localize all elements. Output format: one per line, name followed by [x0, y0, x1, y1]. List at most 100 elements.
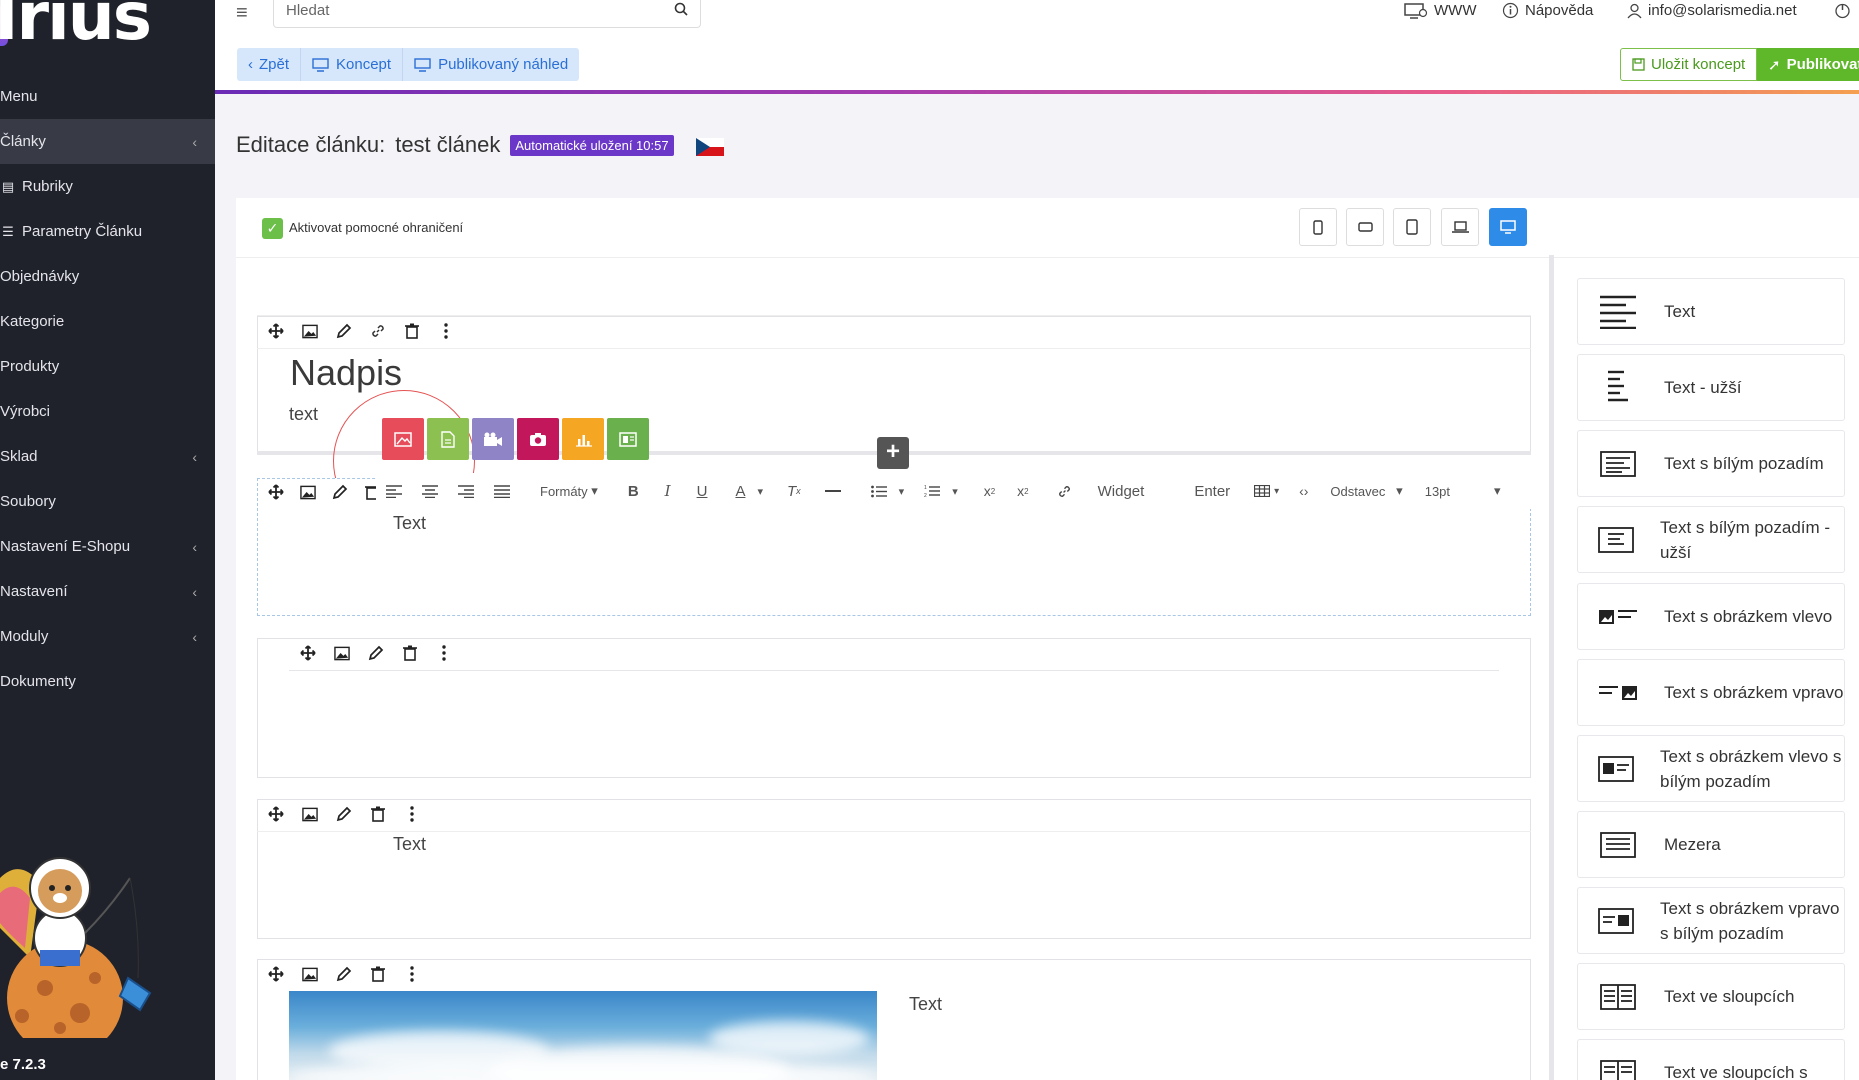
sidebar-item-produkty[interactable]: Produkty [0, 344, 215, 389]
insert-widget-button[interactable] [607, 418, 649, 460]
horizontal-rule-icon[interactable] [824, 490, 841, 492]
insert-document-button[interactable] [427, 418, 469, 460]
move-icon[interactable] [268, 323, 284, 339]
palette-item[interactable]: Text s obrázkem vpravo s bílým pozadím [1577, 887, 1845, 954]
more-options-icon[interactable] [404, 806, 420, 822]
sidebar-item-soubory[interactable]: Soubory [0, 479, 215, 524]
device-tablet-button[interactable] [1393, 208, 1431, 246]
sidebar-item-rubriky[interactable]: ▤ Rubriky [0, 164, 215, 209]
sidebar-item-clanky[interactable]: Články ‹ [0, 119, 215, 164]
align-right-icon[interactable] [458, 484, 474, 498]
link-icon[interactable] [1057, 484, 1072, 499]
block-text[interactable]: Text [393, 834, 426, 855]
clear-format-icon[interactable]: Tx [787, 483, 801, 500]
sidebar-item-nastaveni-eshopu[interactable]: Nastavení E-Shopu ‹ [0, 524, 215, 569]
content-block-text[interactable] [257, 799, 1531, 939]
source-code-icon[interactable]: ‹› [1299, 483, 1308, 499]
palette-item[interactable]: Text s obrázkem vpravo [1577, 659, 1845, 726]
add-block-button[interactable]: + [877, 437, 909, 469]
helper-borders-checkbox[interactable]: ✓ [262, 218, 283, 239]
pencil-icon[interactable] [332, 484, 348, 500]
trash-icon[interactable] [370, 806, 386, 822]
sidebar-item-objednavky[interactable]: Objednávky [0, 254, 215, 299]
image-icon[interactable] [302, 323, 318, 339]
link-icon[interactable] [370, 323, 386, 339]
insert-image-button[interactable] [382, 418, 424, 460]
sidebar-item-kategorie[interactable]: Kategorie [0, 299, 215, 344]
move-icon[interactable] [268, 966, 284, 982]
trash-icon[interactable] [370, 966, 386, 982]
logout-icon[interactable] [1834, 2, 1851, 19]
paragraph-dropdown[interactable]: Odstavec ▾ [1330, 483, 1402, 499]
text-color-icon[interactable]: A [735, 483, 745, 500]
pencil-icon[interactable] [336, 966, 352, 982]
pencil-icon[interactable] [336, 323, 352, 339]
block-text[interactable]: Text [909, 994, 942, 1015]
subscript-icon[interactable]: x2 [1017, 483, 1028, 499]
bold-icon[interactable]: B [628, 483, 639, 500]
move-icon[interactable] [268, 806, 284, 822]
palette-item[interactable]: Text ve sloupcích s [1577, 1039, 1845, 1080]
more-options-icon[interactable] [404, 966, 420, 982]
palette-item[interactable]: Text [1577, 278, 1845, 345]
insert-gallery-button[interactable] [517, 418, 559, 460]
save-draft-button[interactable]: Uložit koncept [1620, 48, 1758, 81]
palette-item[interactable]: Text ve sloupcích [1577, 963, 1845, 1030]
italic-icon[interactable]: I [665, 482, 671, 500]
enter-button[interactable]: Enter [1194, 483, 1230, 500]
trash-icon[interactable] [402, 645, 418, 661]
more-options-icon[interactable] [438, 323, 454, 339]
underline-icon[interactable]: U [697, 483, 708, 500]
align-justify-icon[interactable] [494, 484, 510, 498]
numbered-list-icon[interactable]: 12 [924, 484, 941, 498]
bullet-list-icon[interactable] [870, 485, 887, 498]
palette-item[interactable]: Text s obrázkem vlevo [1577, 583, 1845, 650]
insert-video-button[interactable] [472, 418, 514, 460]
search-icon[interactable] [674, 2, 688, 19]
chevron-down-icon[interactable]: ▾ [952, 485, 958, 498]
palette-item[interactable]: Text - užší [1577, 354, 1845, 421]
account-link[interactable]: info@solarismedia.net [1627, 2, 1797, 19]
image-icon[interactable] [302, 966, 318, 982]
www-link[interactable]: WWW [1404, 2, 1476, 19]
help-link[interactable]: Nápověda [1502, 2, 1593, 19]
sidebar-item-dokumenty[interactable]: Dokumenty [0, 659, 215, 704]
sidebar-item-moduly[interactable]: Moduly ‹ [0, 614, 215, 659]
align-center-icon[interactable] [422, 484, 438, 498]
chevron-down-icon[interactable]: ▾ [757, 485, 763, 498]
publish-button[interactable]: ➚ Publikovat [1757, 48, 1859, 81]
device-mobile-button[interactable] [1299, 208, 1337, 246]
move-icon[interactable] [268, 484, 284, 500]
back-button[interactable]: ‹ Zpět [237, 48, 302, 81]
search-input[interactable]: Hledat [273, 0, 701, 28]
palette-item[interactable]: Text s bílým pozadím [1577, 430, 1845, 497]
image-icon[interactable] [300, 484, 316, 500]
font-size-dropdown[interactable]: 13pt ▾ [1425, 483, 1501, 499]
image-icon[interactable] [302, 806, 318, 822]
editor-scrollbar[interactable] [1549, 255, 1554, 1080]
widget-button[interactable]: Widget [1098, 483, 1145, 500]
palette-item[interactable]: Text s bílým pozadím - užší [1577, 506, 1845, 573]
trash-icon[interactable] [404, 323, 420, 339]
article-heading[interactable]: Nadpis [290, 352, 402, 394]
palette-item[interactable]: Mezera [1577, 811, 1845, 878]
align-left-icon[interactable] [386, 484, 402, 498]
move-icon[interactable] [300, 645, 316, 661]
insert-chart-button[interactable] [562, 418, 604, 460]
sidebar-item-menu[interactable]: Menu [0, 74, 215, 119]
image-icon[interactable] [334, 645, 350, 661]
device-mobile-landscape-button[interactable] [1346, 208, 1384, 246]
pencil-icon[interactable] [368, 645, 384, 661]
czech-flag-icon[interactable] [695, 136, 724, 156]
sidebar-item-parametry[interactable]: ☰ Parametry Článku [0, 209, 215, 254]
sidebar-item-vyrobci[interactable]: Výrobci [0, 389, 215, 434]
sidebar-item-nastaveni[interactable]: Nastavení ‹ [0, 569, 215, 614]
device-desktop-button[interactable] [1489, 208, 1527, 246]
device-laptop-button[interactable] [1441, 208, 1479, 246]
block-text[interactable]: Text [393, 513, 426, 534]
superscript-icon[interactable]: x2 [984, 483, 995, 499]
chevron-down-icon[interactable]: ▾ [899, 485, 905, 498]
more-options-icon[interactable] [436, 645, 452, 661]
formats-dropdown[interactable]: Formáty ▾ [540, 483, 598, 499]
pencil-icon[interactable] [336, 806, 352, 822]
